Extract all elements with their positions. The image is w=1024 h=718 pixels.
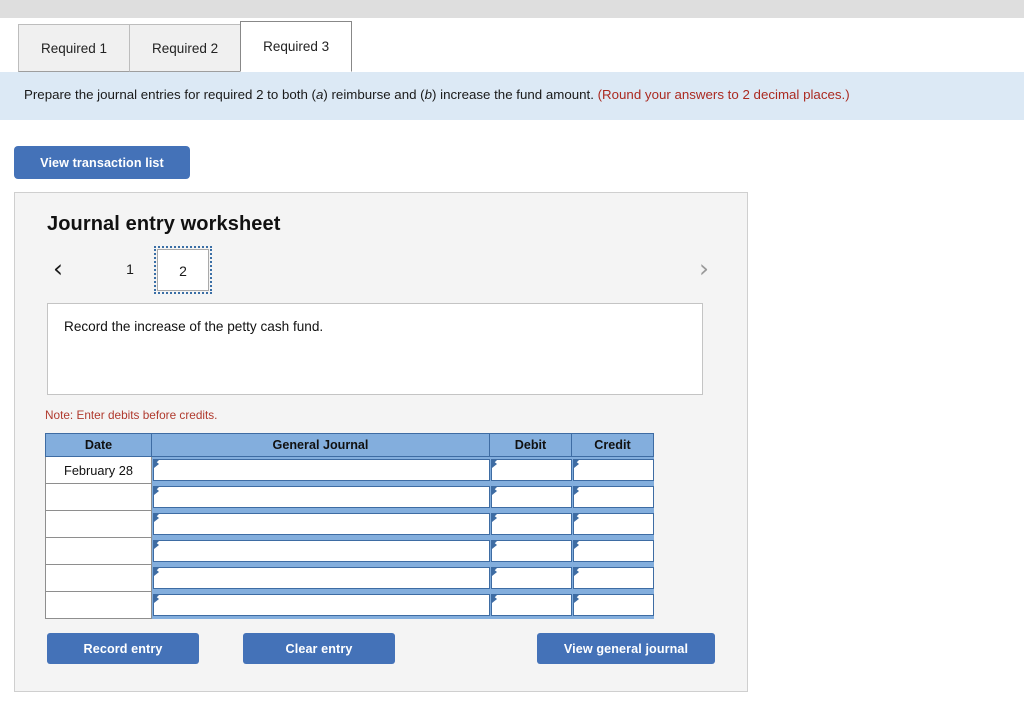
worksheet-pager: ‹ 1 2 › [45,246,717,294]
button-label: View general journal [563,641,689,656]
general-journal-cell[interactable] [151,537,490,565]
button-label: View transaction list [40,155,164,170]
dropdown-triangle-icon[interactable] [490,486,572,508]
date-cell[interactable] [45,510,152,538]
date-cell[interactable] [45,483,152,511]
tab-required-2[interactable]: Required 2 [129,24,242,72]
view-general-journal-button[interactable]: View general journal [537,633,715,664]
general-journal-cell[interactable] [151,456,490,484]
general-journal-cell[interactable] [151,483,490,511]
dropdown-triangle-icon[interactable] [572,486,654,508]
dropdown-triangle-icon[interactable] [572,567,654,589]
dropdown-triangle-icon[interactable] [490,459,572,482]
credit-cell[interactable] [571,510,654,538]
table-row [45,564,654,592]
date-cell[interactable] [45,591,152,619]
worksheet-page-2[interactable]: 2 [154,246,212,294]
dropdown-triangle-icon[interactable] [153,459,490,482]
credit-cell[interactable] [571,591,654,619]
entry-prompt-box: Record the increase of the petty cash fu… [47,303,703,395]
column-header-date: Date [45,433,152,457]
date-cell[interactable]: February 28 [45,456,152,484]
journal-entry-worksheet-panel: Journal entry worksheet ‹ 1 2 › Record t… [14,192,748,692]
general-journal-cell[interactable] [151,510,490,538]
record-entry-button[interactable]: Record entry [47,633,199,664]
chevron-left-icon[interactable]: ‹ [45,255,71,285]
debit-cell[interactable] [489,537,572,565]
column-header-debit: Debit [489,433,572,457]
chevron-right-icon[interactable]: › [691,255,717,285]
button-label: Clear entry [285,641,353,656]
dropdown-triangle-icon[interactable] [490,594,572,616]
debit-cell[interactable] [489,564,572,592]
tab-label: Required 2 [152,40,219,56]
dropdown-triangle-icon[interactable] [490,540,572,562]
table-row [45,510,654,538]
clear-entry-button[interactable]: Clear entry [243,633,395,664]
credit-cell[interactable] [571,537,654,565]
instruction-text-part1: Prepare the journal entries for required… [24,87,316,102]
dropdown-triangle-icon[interactable] [153,594,490,616]
instruction-emphasis-b: b [424,87,433,102]
entry-prompt-text: Record the increase of the petty cash fu… [64,319,324,334]
debit-cell[interactable] [489,456,572,484]
column-header-credit: Credit [571,433,654,457]
tab-required-1[interactable]: Required 1 [18,24,131,72]
tab-label: Required 3 [263,39,330,54]
journal-entry-table: Date General Journal Debit Credit Februa… [45,433,654,619]
dropdown-triangle-icon[interactable] [572,594,654,616]
required-tab-bar: Required 1 Required 2 Required 3 [18,21,353,72]
general-journal-cell[interactable] [151,564,490,592]
date-cell[interactable] [45,564,152,592]
page-root: Required 1 Required 2 Required 3 Prepare… [0,0,1024,718]
table-row [45,483,654,511]
debit-cell[interactable] [489,510,572,538]
instruction-rounding-note: (Round your answers to 2 decimal places.… [597,87,850,102]
view-transaction-list-button[interactable]: View transaction list [14,146,190,179]
dropdown-triangle-icon[interactable] [153,540,490,562]
dropdown-triangle-icon[interactable] [153,513,490,535]
general-journal-cell[interactable] [151,591,490,619]
date-cell[interactable] [45,537,152,565]
button-label: Record entry [83,641,163,656]
table-row: February 28 [45,456,654,484]
dropdown-triangle-icon[interactable] [572,459,654,482]
table-header-row: Date General Journal Debit Credit [45,433,654,457]
dropdown-triangle-icon[interactable] [490,513,572,535]
credit-cell[interactable] [571,564,654,592]
debits-before-credits-note: Note: Enter debits before credits. [45,408,218,422]
instruction-text-part2: ) reimburse and ( [323,87,425,102]
debit-cell[interactable] [489,483,572,511]
instruction-text-part3: ) increase the fund amount. [432,87,598,102]
debit-cell[interactable] [489,591,572,619]
dropdown-triangle-icon[interactable] [490,567,572,589]
worksheet-page-1[interactable]: 1 [115,254,145,284]
tab-required-3[interactable]: Required 3 [240,21,353,72]
table-row [45,537,654,565]
column-header-general-journal: General Journal [151,433,490,457]
dropdown-triangle-icon[interactable] [153,567,490,589]
worksheet-title: Journal entry worksheet [47,213,281,235]
dropdown-triangle-icon[interactable] [572,513,654,535]
dropdown-triangle-icon[interactable] [572,540,654,562]
instruction-banner: Prepare the journal entries for required… [0,72,1024,120]
top-gray-strip [0,0,1024,18]
credit-cell[interactable] [571,456,654,484]
tab-label: Required 1 [41,40,108,56]
table-row [45,591,654,619]
dropdown-triangle-icon[interactable] [153,486,490,508]
credit-cell[interactable] [571,483,654,511]
